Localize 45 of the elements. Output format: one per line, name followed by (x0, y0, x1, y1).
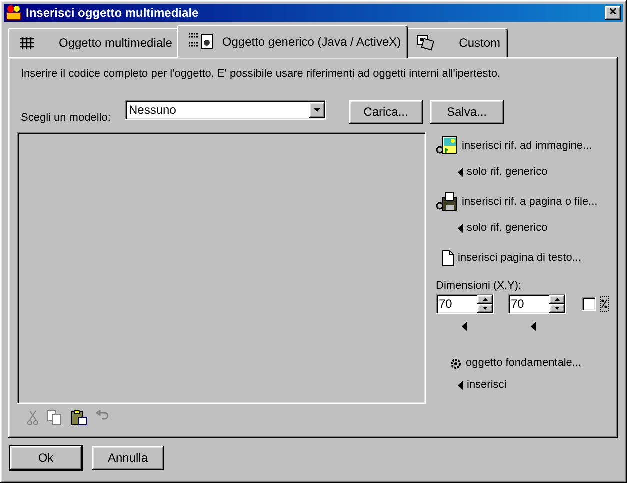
left-arrow-icon (458, 224, 463, 232)
spin-down-icon[interactable] (549, 304, 565, 313)
tab[interactable]: Custom (406, 28, 508, 57)
spin-field[interactable]: 70 (508, 294, 566, 314)
spin-down-icon[interactable] (477, 304, 493, 313)
sub-action-link[interactable]: inserisci (458, 377, 609, 393)
app-logo-icon (6, 5, 22, 21)
tab-label: Oggetto generico (Java / ActiveX) (222, 35, 402, 49)
spin-up-icon[interactable] (477, 295, 493, 304)
floppy-icon (436, 192, 458, 212)
left-arrow-icon[interactable] (531, 322, 536, 331)
percent-icon (600, 296, 609, 312)
dialog-button[interactable]: Ok (10, 446, 82, 470)
cards-icon (417, 35, 436, 51)
left-arrow-icon (458, 380, 463, 390)
field-label: Scegli un modello: (21, 112, 112, 124)
tab-label: Oggetto multimediale (59, 36, 172, 50)
template-button[interactable]: Carica... (349, 100, 423, 124)
spin-up-icon[interactable] (549, 295, 565, 304)
gear-icon (450, 358, 462, 368)
window-title: Inserisci oggetto multimediale (26, 6, 200, 20)
film-icon (19, 37, 35, 49)
paste-icon[interactable] (71, 410, 88, 426)
template-dropdown[interactable]: Nessuno (125, 100, 326, 120)
description-text: Inserire il codice completo per l'oggetto. E' possibile usare riferimenti ad oggetti interni all'ipertesto. (21, 68, 502, 80)
close-button[interactable]: ✕ (605, 6, 621, 20)
action-link[interactable]: inserisci rif. ad immagine... (436, 136, 609, 156)
percent-checkbox[interactable] (582, 297, 596, 311)
dialog-button[interactable]: Annulla (92, 446, 164, 470)
dimensions-label: Dimensioni (X,Y): (436, 280, 523, 292)
template-button[interactable]: Salva... (430, 100, 504, 124)
tab[interactable]: Oggetto multimediale (8, 28, 180, 57)
tab[interactable]: Oggetto generico (Java / ActiveX) (177, 25, 408, 58)
image-icon (436, 136, 458, 156)
action-link[interactable]: inserisci pagina di testo... (442, 248, 609, 268)
action-link[interactable]: oggetto fondamentale... (450, 353, 609, 373)
tab-label: Custom (459, 36, 500, 50)
left-arrow-icon[interactable] (462, 322, 467, 331)
left-arrow-icon (458, 168, 463, 176)
sub-action-link[interactable]: solo rif. generico (458, 220, 609, 236)
action-link[interactable]: inserisci rif. a pagina o file... (436, 192, 609, 212)
html-java-icon (188, 32, 216, 52)
page-icon (442, 250, 454, 266)
sub-action-link[interactable]: solo rif. generico (458, 164, 609, 180)
spin-field[interactable]: 70 (436, 294, 494, 314)
